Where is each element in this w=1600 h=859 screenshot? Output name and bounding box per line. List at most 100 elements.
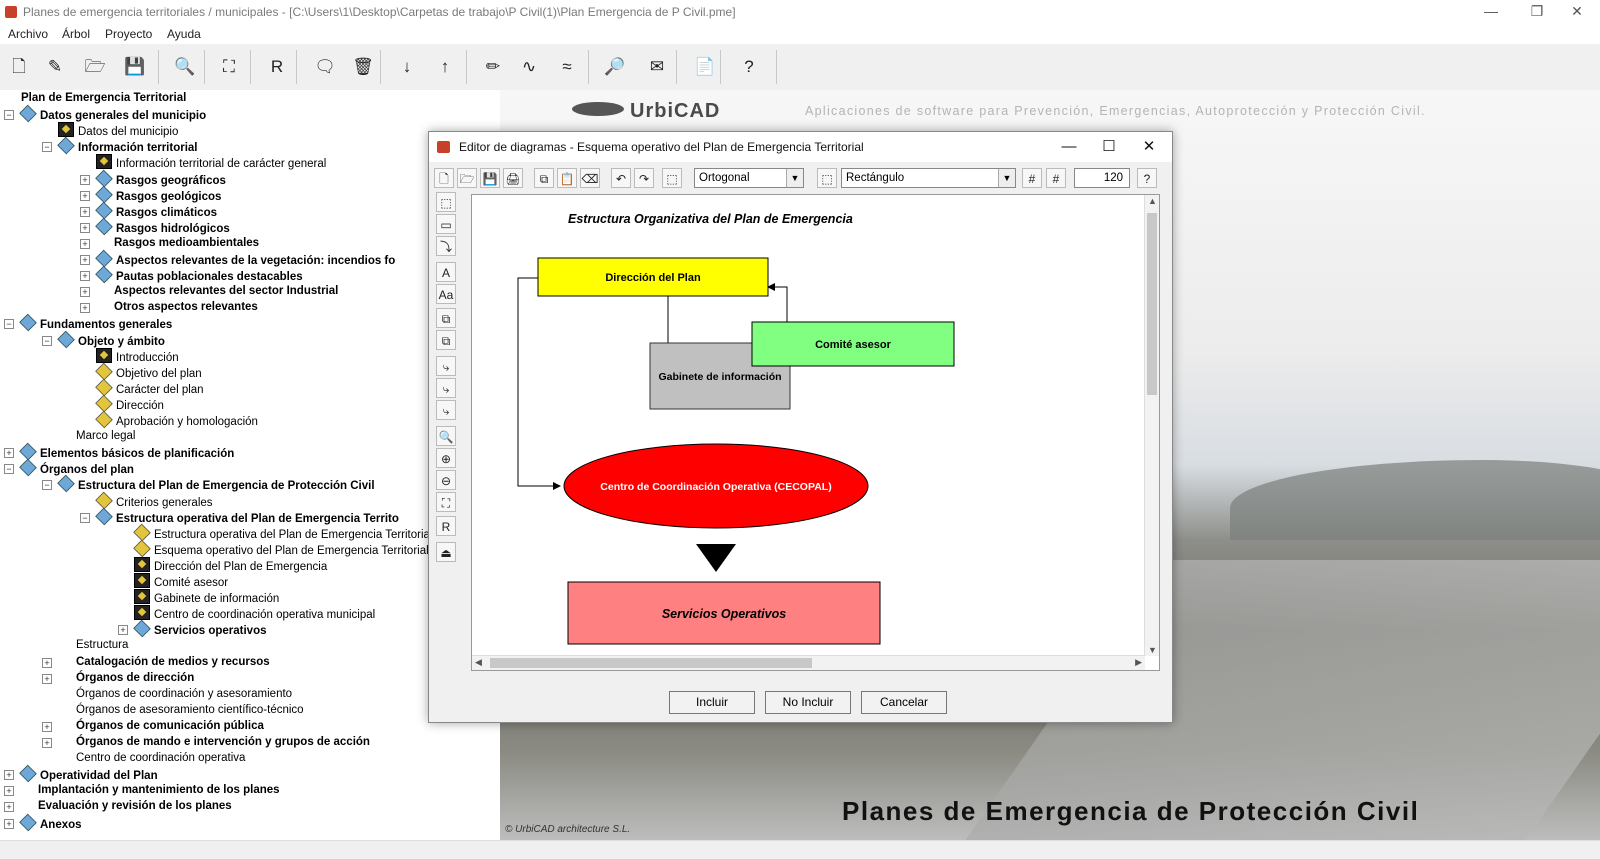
copy-icon[interactable]: ⧉ xyxy=(534,168,554,188)
tree-item[interactable]: Criterios generales xyxy=(95,491,213,509)
menu-proyecto[interactable]: Proyecto xyxy=(105,27,152,41)
tree-item[interactable]: Fundamentos generales xyxy=(19,314,172,332)
envelope-icon[interactable]: ✉ xyxy=(642,52,672,82)
tree-item[interactable]: Rasgos geológicos xyxy=(95,185,221,203)
tree-item[interactable]: Órganos de dirección xyxy=(58,670,194,686)
tree-item[interactable]: Esquema operativo del Plan de Emergencia… xyxy=(133,539,429,558)
expand-icon[interactable]: + xyxy=(80,206,90,217)
tree-item[interactable]: Datos generales del municipio xyxy=(19,104,206,123)
eraser-icon[interactable]: ⌫ xyxy=(580,168,600,188)
expand-icon[interactable]: + xyxy=(4,802,14,813)
grid-icon[interactable]: # xyxy=(1022,168,1042,188)
text-A-icon[interactable]: A xyxy=(436,262,456,282)
expand-icon[interactable]: + xyxy=(118,625,128,636)
tree-item[interactable]: Carácter del plan xyxy=(95,378,204,397)
expand-icon[interactable]: + xyxy=(80,222,90,233)
sort-asc-icon[interactable]: ↑ xyxy=(430,52,460,82)
tree-item[interactable]: Evaluación y revisión de los planes xyxy=(20,798,232,814)
menu-arbol[interactable]: Árbol xyxy=(62,27,90,41)
waveform-icon[interactable]: ∿ xyxy=(514,52,544,82)
collapse-icon[interactable]: − xyxy=(4,319,14,330)
tree-item[interactable]: Órganos de mando e intervención y grupos… xyxy=(58,734,370,750)
tree-item[interactable]: Implantación y mantenimiento de los plan… xyxy=(20,782,280,798)
tree-item[interactable]: Gabinete de información xyxy=(134,589,279,605)
horizontal-scroll-thumb[interactable] xyxy=(490,658,812,668)
expand-icon[interactable]: + xyxy=(42,721,52,732)
tree-item[interactable]: Órganos del plan xyxy=(19,459,134,477)
expand-icon[interactable]: + xyxy=(80,255,90,265)
tree-item[interactable]: Objeto y ámbito xyxy=(57,330,165,348)
comment-icon[interactable]: 🗨 xyxy=(310,52,340,82)
tree-item[interactable]: Introducción xyxy=(96,347,179,364)
scroll-right-icon[interactable]: ▶ xyxy=(1135,657,1142,668)
sort-desc-icon[interactable]: ↓ xyxy=(392,52,422,82)
exit-icon[interactable]: ⏏ xyxy=(436,542,456,562)
collapse-icon[interactable]: − xyxy=(4,464,14,475)
tree-item[interactable]: Servicios operativos xyxy=(133,620,267,638)
tree-item[interactable]: Centro de coordinación operativa municip… xyxy=(134,605,375,621)
send-back-icon[interactable]: ⧉ xyxy=(436,330,456,350)
expand-icon[interactable]: + xyxy=(4,448,14,459)
binoculars-icon[interactable]: ⛶ xyxy=(214,52,244,82)
vertical-scrollbar[interactable]: ▲ ▼ xyxy=(1144,195,1159,656)
tree-item[interactable]: Operatividad del Plan xyxy=(19,764,158,783)
new-icon[interactable]: 🗋 xyxy=(434,168,454,188)
wand-icon[interactable]: ✎ xyxy=(40,52,70,82)
open-icon[interactable]: 🗁 xyxy=(457,168,477,188)
dialog-minimize-button[interactable]: — xyxy=(1049,135,1089,159)
tree-item[interactable]: Catalogación de medios y recursos xyxy=(58,654,270,670)
tree-item[interactable]: Rasgos climáticos xyxy=(95,201,217,219)
zoom-input[interactable]: 120 xyxy=(1074,168,1130,188)
save-icon[interactable]: 💾 xyxy=(120,52,150,82)
report-icon[interactable]: R xyxy=(262,52,292,82)
expand-icon[interactable]: + xyxy=(4,818,14,829)
pencil-icon[interactable]: ✏ xyxy=(478,52,508,82)
tree-item[interactable]: Órganos de coordinación y asesoramiento xyxy=(58,686,292,702)
menu-ayuda[interactable]: Ayuda xyxy=(167,27,201,41)
tree-item[interactable]: Rasgos geográficos xyxy=(95,169,226,187)
tree-item[interactable]: Pautas poblacionales destacables xyxy=(95,265,303,284)
expand-icon[interactable]: + xyxy=(80,190,90,201)
horizontal-scrollbar[interactable]: ◀ ▶ xyxy=(472,655,1145,670)
scroll-up-icon[interactable]: ▲ xyxy=(1148,196,1157,206)
paste-icon[interactable]: 📋 xyxy=(557,168,577,188)
report-icon[interactable]: R xyxy=(436,516,456,536)
line-style-select[interactable]: Ortogonal ▼ xyxy=(694,168,804,188)
open-folder-icon[interactable]: 🗁 xyxy=(80,52,110,82)
link3-icon[interactable]: ⤷ xyxy=(436,400,456,420)
vertical-scroll-thumb[interactable] xyxy=(1147,213,1157,395)
close-button[interactable]: ✕ xyxy=(1554,0,1600,24)
tree-item[interactable]: Centro de coordinación operativa xyxy=(58,750,245,766)
shape-color-icon[interactable]: ⬚ xyxy=(817,168,837,188)
node-color-icon[interactable]: ⬚ xyxy=(662,168,682,188)
redo-icon[interactable]: ↷ xyxy=(634,168,654,188)
tree-item[interactable]: Rasgos hidrológicos xyxy=(95,217,230,236)
undo-icon[interactable]: ↶ xyxy=(611,168,631,188)
help-icon[interactable]: ? xyxy=(734,52,764,82)
tree-item[interactable]: Aspectos relevantes del sector Industria… xyxy=(96,283,338,299)
zoom-fit-icon[interactable]: ⛶ xyxy=(436,492,456,512)
scroll-down-icon[interactable]: ▼ xyxy=(1148,645,1157,655)
tree-item[interactable]: Comité asesor xyxy=(134,573,228,589)
tree-item[interactable]: Aprobación y homologación xyxy=(95,410,258,429)
expand-icon[interactable]: + xyxy=(80,287,90,298)
expand-icon[interactable]: + xyxy=(42,657,52,668)
expand-icon[interactable]: + xyxy=(4,770,14,781)
cancel-button[interactable]: Cancelar xyxy=(861,691,947,714)
expand-icon[interactable]: + xyxy=(80,238,90,249)
tree-item[interactable]: Dirección del Plan de Emergencia xyxy=(134,556,327,573)
tree-item[interactable]: Estructura xyxy=(58,637,128,653)
grid-fine-icon[interactable]: # xyxy=(1046,168,1066,188)
expand-icon[interactable]: + xyxy=(42,673,52,684)
expand-icon[interactable]: + xyxy=(42,738,52,748)
delete-icon[interactable]: 🗑 xyxy=(348,52,378,82)
bring-front-icon[interactable]: ⧉ xyxy=(436,308,456,328)
dialog-close-button[interactable]: ✕ xyxy=(1129,135,1169,159)
menu-archivo[interactable]: Archivo xyxy=(8,27,48,41)
dialog-maximize-button[interactable]: ☐ xyxy=(1089,135,1129,159)
print-icon[interactable]: 🖨 xyxy=(503,168,523,188)
zoom-in-icon[interactable]: ⊕ xyxy=(436,448,456,468)
link2-icon[interactable]: ⤷ xyxy=(436,378,456,398)
collapse-icon[interactable]: − xyxy=(42,142,52,153)
expand-icon[interactable]: + xyxy=(80,174,90,185)
